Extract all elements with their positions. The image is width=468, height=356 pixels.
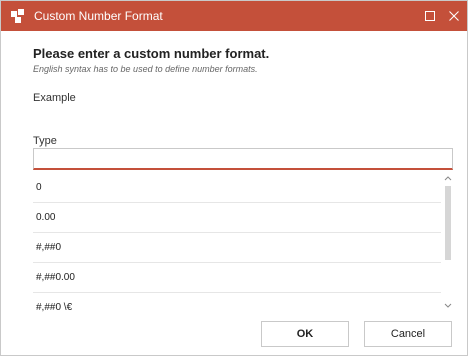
title-bar[interactable]: Custom Number Format: [1, 1, 467, 31]
example-label: Example: [33, 92, 76, 104]
app-icon: [11, 9, 24, 23]
chevron-up-icon: [444, 176, 452, 181]
cancel-button[interactable]: Cancel: [364, 321, 452, 347]
window-title: Custom Number Format: [34, 9, 163, 23]
chevron-down-icon: [444, 303, 452, 308]
custom-number-format-dialog: Custom Number Format Please enter a cust…: [0, 0, 468, 356]
format-list-scrollbar[interactable]: [443, 173, 453, 319]
dialog-subtext: English syntax has to be used to define …: [33, 64, 258, 74]
scroll-thumb[interactable]: [445, 186, 451, 260]
scroll-up-button[interactable]: [443, 175, 453, 183]
format-list-item[interactable]: #,##0: [33, 233, 441, 263]
format-list-item[interactable]: 0.00: [33, 203, 441, 233]
type-input[interactable]: [33, 148, 453, 170]
type-label: Type: [33, 135, 57, 147]
format-list-item[interactable]: 0: [33, 173, 441, 203]
format-list-item[interactable]: #,##0.00: [33, 263, 441, 293]
ok-button[interactable]: OK: [261, 321, 349, 347]
close-button[interactable]: [439, 1, 467, 31]
maximize-icon: [425, 11, 435, 21]
format-list: 0 0.00 #,##0 #,##0.00 #,##0 \€: [33, 173, 441, 319]
format-list-item[interactable]: #,##0 \€: [33, 293, 441, 319]
close-icon: [449, 11, 459, 21]
scroll-down-button[interactable]: [443, 303, 453, 311]
dialog-heading: Please enter a custom number format.: [33, 46, 270, 61]
